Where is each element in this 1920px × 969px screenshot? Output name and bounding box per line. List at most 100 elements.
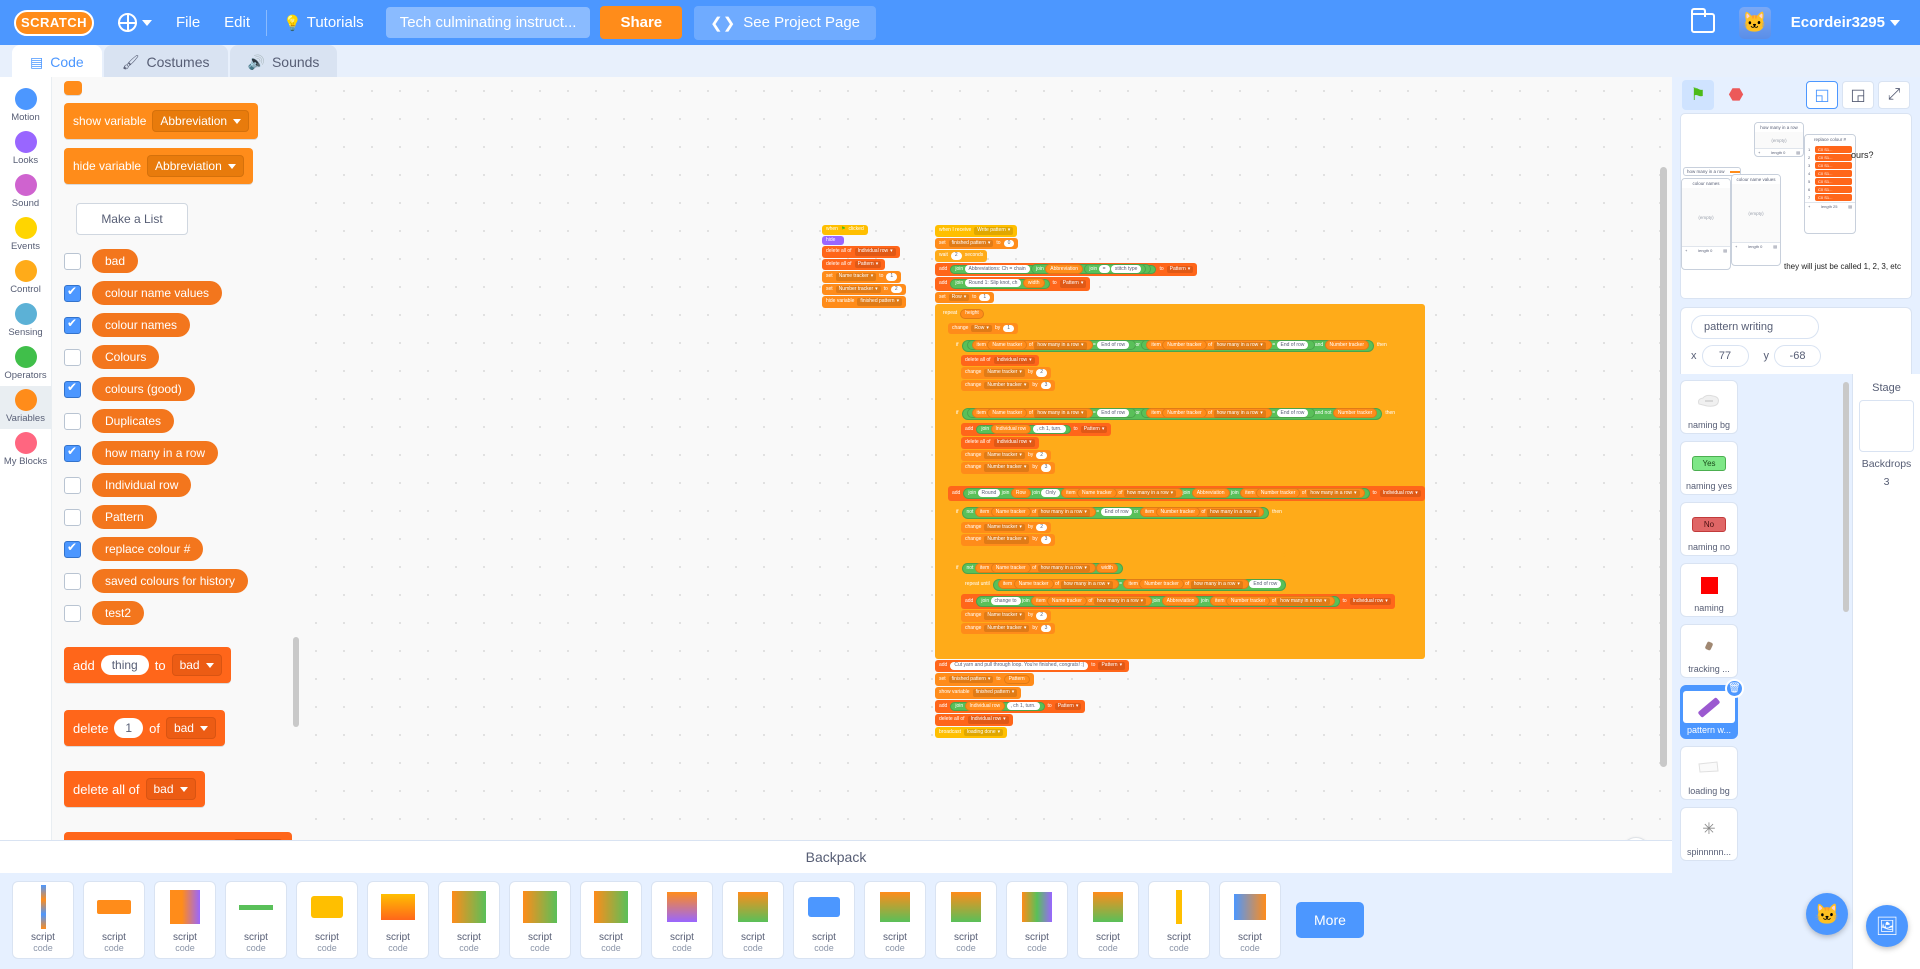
variable-dropdown[interactable]: finished pattern▾ xyxy=(949,240,994,248)
equals-input[interactable]: = xyxy=(1099,265,1110,273)
account-menu[interactable]: Ecordeir3295 xyxy=(1779,0,1912,45)
fullscreen-icon[interactable]: ⤢ xyxy=(1878,81,1910,109)
delete-all-individual-row-final-block[interactable]: delete all of Individual row▾ xyxy=(935,714,1013,726)
add-cut-yarn-block[interactable]: add Cut yarn and pull through loop. You'… xyxy=(935,660,1129,672)
backpack-item[interactable]: script code xyxy=(864,881,926,959)
wait-seconds-input[interactable]: 2 xyxy=(951,252,962,260)
list-pill-colours-good[interactable]: colours (good) xyxy=(92,377,195,401)
backpack-item[interactable]: script code xyxy=(509,881,571,959)
variable-dropdown[interactable]: Name tracker▾ xyxy=(984,452,1025,460)
value-input[interactable]: 3 xyxy=(1041,464,1052,472)
number-tracker-var[interactable]: Number tracker xyxy=(1256,488,1300,498)
variable-dropdown[interactable]: Name tracker▾ xyxy=(984,369,1025,377)
list-checkbox-saved-colours[interactable] xyxy=(64,573,81,590)
hide-variable-block[interactable]: hide variable Abbreviation xyxy=(64,148,253,184)
number-tracker-var[interactable]: Number tracker xyxy=(1226,596,1270,606)
tab-costumes[interactable]: 🖌 Costumes xyxy=(104,45,228,77)
item-of-list-1[interactable]: item Name tracker of how many in a row▾ xyxy=(998,579,1119,589)
category-sensing[interactable]: Sensing xyxy=(0,300,51,343)
resize-icon[interactable]: ▤ xyxy=(1796,150,1800,155)
item-of-list-1[interactable]: item Name tracker of how many in a row▾ xyxy=(972,408,1093,418)
change-name-tracker-block[interactable]: change Name tracker▾ by 2 xyxy=(961,522,1051,534)
value-input[interactable]: 2 xyxy=(1036,612,1047,620)
list-dropdown[interactable]: how many in a row▾ xyxy=(1038,509,1090,517)
stage-preview[interactable]: how many in a row (empty) + length 0 ▤ r… xyxy=(1680,113,1912,299)
round-text[interactable]: Round xyxy=(978,489,1001,497)
backpack-item[interactable]: script code xyxy=(1148,881,1210,959)
delete-all-of-list-block[interactable]: delete all of bad xyxy=(64,771,205,807)
plus-icon[interactable]: + xyxy=(1808,204,1810,209)
broadcast-loading-done-block[interactable]: broadcast loading done▾ xyxy=(935,727,1007,739)
y-input[interactable]: -68 xyxy=(1774,345,1821,367)
if-block-4[interactable]: if not item Name tracker of how many in … xyxy=(948,558,1395,646)
name-tracker-var[interactable]: Name tracker xyxy=(987,408,1027,418)
if-1-header[interactable]: if item Name tracker of how many in a ro… xyxy=(952,338,1391,354)
list-dropdown[interactable]: Pattern▾ xyxy=(1060,280,1087,288)
category-control[interactable]: Control xyxy=(0,257,51,300)
add-backdrop-button[interactable]: 🖼 xyxy=(1866,905,1908,947)
change-number-tracker-block[interactable]: change Number tracker▾ by 3 xyxy=(961,534,1055,546)
change-number-tracker-block[interactable]: change Number tracker▾ by 3 xyxy=(961,380,1055,392)
number-tracker-var-2[interactable]: Number tracker xyxy=(1325,340,1369,350)
when-flag-clicked-block[interactable]: when ⚑ clicked xyxy=(822,225,868,235)
name-tracker-var[interactable]: Name tracker xyxy=(991,563,1031,573)
backpack-item[interactable]: script code xyxy=(12,881,74,959)
width-variable[interactable]: width xyxy=(1023,278,1045,288)
category-operators[interactable]: Operators xyxy=(0,343,51,386)
list-pill-bad[interactable]: bad xyxy=(92,249,138,273)
set-finished-pattern-final-block[interactable]: set finished pattern▾ to Pattern xyxy=(935,673,1034,687)
list-pill-duplicates[interactable]: Duplicates xyxy=(92,409,174,433)
equals-operator[interactable]: item Name tracker of how many in a row▾ … xyxy=(993,579,1286,591)
item-of-list[interactable]: item Name tracker of how many in a row▾ xyxy=(975,563,1096,573)
if-block-2[interactable]: if item Name tracker of how many in a ro… xyxy=(948,403,1399,485)
resize-icon[interactable]: ▤ xyxy=(1848,204,1852,209)
list-item[interactable]: Duplicates xyxy=(64,409,290,433)
hide-block[interactable]: hide xyxy=(822,236,844,246)
list-pill-replace-colour[interactable]: replace colour # xyxy=(92,537,203,561)
join-operator[interactable]: join Abbreviations: Ch = chain join Abbr… xyxy=(950,265,1156,275)
item-of-list-2[interactable]: item Number tracker of how many in a row… xyxy=(1123,579,1249,589)
variable-dropdown[interactable]: Name tracker▾ xyxy=(836,273,877,281)
list-item[interactable]: colour name values xyxy=(64,281,290,305)
monitor-colour-name-values[interactable]: colour name values (empty) + length 0 ▤ xyxy=(1731,174,1781,266)
value-input[interactable]: 2 xyxy=(1036,369,1047,377)
item-of-list-1[interactable]: item Name tracker of how many in a row▾ xyxy=(972,340,1093,350)
list-dropdown[interactable]: how many in a row▾ xyxy=(1307,490,1359,498)
equals-operator-1[interactable]: item Name tracker of how many in a row▾ … xyxy=(967,408,1136,418)
set-number-tracker-block[interactable]: set Number tracker▾ to 2 xyxy=(822,284,906,296)
number-tracker-var-2[interactable]: Number tracker xyxy=(1333,408,1377,418)
join-operator[interactable]: join Individual row , ch 1, turn. xyxy=(976,425,1070,435)
workspace-vertical-scrollbar[interactable] xyxy=(1660,167,1667,767)
change-name-tracker-block[interactable]: change Name tracker▾ by 2 xyxy=(961,450,1051,462)
variable-dropdown[interactable]: Number tracker▾ xyxy=(984,625,1029,633)
sprite-tracking[interactable]: tracking ... xyxy=(1680,624,1738,678)
delete-all-block[interactable]: delete all of Individual row▾ xyxy=(961,437,1039,449)
item-of-list-2[interactable]: item Number tracker of how many in a row… xyxy=(1146,340,1272,350)
variable-dropdown[interactable]: Row▾ xyxy=(949,294,970,302)
list-pill-test2[interactable]: test2 xyxy=(92,601,144,625)
list-dropdown[interactable]: Pattern▾ xyxy=(1167,266,1194,274)
list-item[interactable]: saved colours for history xyxy=(64,569,290,593)
value-input[interactable]: 1 xyxy=(886,273,897,281)
set-finished-pattern-block[interactable]: set finished pattern▾ to 0 xyxy=(935,238,1018,250)
height-variable[interactable]: height xyxy=(960,309,984,319)
resize-icon[interactable]: ▤ xyxy=(1723,248,1727,253)
variable-dropdown[interactable]: Number tracker▾ xyxy=(836,286,881,294)
message-dropdown[interactable]: Write pattern▾ xyxy=(974,227,1013,235)
add-individual-row-final-block[interactable]: add join Individual row , ch 1, turn. to… xyxy=(935,700,1085,714)
width-var[interactable]: width xyxy=(1096,563,1118,573)
change-number-tracker-block[interactable]: change Number tracker▾ by 3 xyxy=(961,623,1055,635)
not-operator[interactable]: not item Name tracker of how many in a r… xyxy=(962,563,1123,575)
edit-menu[interactable]: Edit xyxy=(212,0,262,45)
list-dropdown[interactable]: Individual row▾ xyxy=(968,716,1009,724)
add-list-dropdown[interactable]: bad xyxy=(172,654,222,676)
list-item[interactable]: replace colour # xyxy=(64,537,290,561)
list-dropdown[interactable]: Pattern▾ xyxy=(855,261,882,269)
round-text-input[interactable]: Round 1: Slip knot, ch xyxy=(965,279,1022,287)
list-item[interactable]: how many in a row xyxy=(64,441,290,465)
number-tracker-var[interactable]: Number tracker xyxy=(1156,507,1200,517)
sprite-naming[interactable]: naming xyxy=(1680,563,1738,617)
value-input[interactable]: 1 xyxy=(979,294,990,302)
tutorials-menu[interactable]: 💡 Tutorials xyxy=(271,0,376,45)
item-of-list-1[interactable]: item Name tracker of how many in a row▾ xyxy=(975,507,1096,517)
